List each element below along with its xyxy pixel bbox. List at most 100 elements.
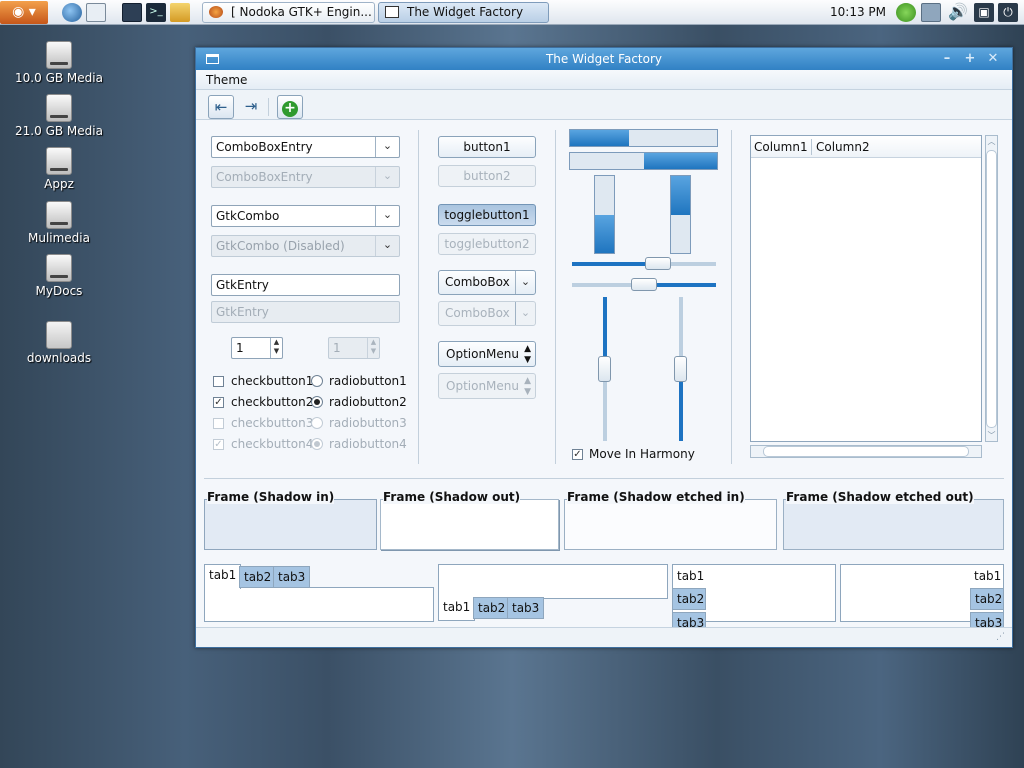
task-nodoka[interactable]: [ Nodoka GTK+ Engin...: [202, 2, 375, 23]
goto-first-icon[interactable]: ⇤: [208, 95, 234, 119]
button1[interactable]: button1: [438, 136, 536, 158]
window-title: The Widget Factory: [545, 52, 663, 66]
hscale1-thumb[interactable]: [645, 257, 672, 270]
notebook-left-tab3[interactable]: tab3: [672, 612, 706, 628]
notebook-top-tab2[interactable]: tab2: [239, 566, 277, 588]
desktop-icon-media2[interactable]: 21.0 GB Media: [14, 94, 104, 138]
progress-bar-h1: [569, 129, 718, 147]
frame-shadow-out: [380, 499, 559, 550]
combobox-entry[interactable]: ComboBoxEntry ⌄: [211, 136, 400, 158]
vscale1-thumb[interactable]: [598, 356, 611, 382]
notebook-left-tab1[interactable]: tab1: [672, 566, 708, 588]
maximize-icon[interactable]: +: [960, 51, 980, 67]
vertical-scrollbar[interactable]: ︿ ﹀: [985, 135, 998, 442]
hscale2-thumb[interactable]: [631, 278, 657, 291]
firefox-icon: [209, 6, 223, 18]
notebook-top-tab3[interactable]: tab3: [273, 566, 311, 588]
menu-theme[interactable]: Theme: [206, 73, 247, 87]
checkbutton1-box[interactable]: [213, 376, 224, 387]
network-status-icon[interactable]: [896, 3, 916, 22]
desktop-icon-mulimedia[interactable]: Mulimedia: [14, 201, 104, 245]
desktop-icon-mydocs[interactable]: MyDocs: [14, 254, 104, 298]
desktop-icon-label: Appz: [44, 177, 74, 191]
horizontal-scrollbar[interactable]: [750, 445, 982, 458]
gtk-entry-text: GtkEntry: [216, 278, 269, 292]
notebook-right-tab2[interactable]: tab2: [970, 588, 1004, 610]
column-separator: [418, 130, 419, 464]
scroll-down-icon[interactable]: ﹀: [986, 430, 997, 442]
close-icon[interactable]: ✕: [983, 51, 1003, 67]
frame-shadow-in: [204, 499, 377, 550]
volume-icon[interactable]: 🔊: [948, 3, 968, 22]
notebook-bottom-tab2[interactable]: tab2: [473, 597, 511, 619]
column-header-2[interactable]: Column2: [816, 140, 870, 154]
vscale2-thumb[interactable]: [674, 356, 687, 382]
option-menu[interactable]: OptionMenu ▲ ▼: [438, 341, 536, 367]
window-switcher-icon[interactable]: [86, 3, 106, 22]
lock-icon[interactable]: ▣: [974, 3, 994, 22]
spin-arrows-icon: ▲ ▼: [367, 338, 379, 358]
desktop-pager-icon[interactable]: [122, 3, 142, 22]
notebook-bottom-tab1[interactable]: tab1: [438, 597, 476, 621]
progress-bar-v2: [670, 175, 691, 254]
radiobutton1-circle[interactable]: [311, 375, 323, 387]
desktop-icon-appz[interactable]: Appz: [14, 147, 104, 191]
gtk-entry[interactable]: GtkEntry: [211, 274, 400, 296]
combobox[interactable]: ComboBox ⌄: [438, 270, 536, 295]
checkbutton2-label[interactable]: checkbutton2: [231, 395, 313, 409]
titlebar[interactable]: The Widget Factory – + ✕: [196, 48, 1012, 70]
scroll-thumb[interactable]: [986, 150, 997, 428]
gtk-entry-disabled: GtkEntry: [211, 301, 400, 323]
radiobutton2-label[interactable]: radiobutton2: [329, 395, 407, 409]
combobox-entry-disabled: ComboBoxEntry ⌄: [211, 166, 400, 188]
browser-icon[interactable]: [62, 3, 82, 22]
scroll-up-icon[interactable]: ︿: [986, 136, 997, 148]
updown-icon: ▲ ▼: [524, 344, 531, 365]
add-icon[interactable]: +: [277, 95, 303, 119]
desktop-icon-downloads[interactable]: downloads: [14, 321, 104, 365]
scroll-thumb[interactable]: [763, 446, 969, 457]
drive-icon: [46, 254, 72, 282]
spin-disabled-value: 1: [333, 341, 341, 355]
goto-last-icon[interactable]: ⇥: [238, 95, 264, 119]
notebook-bottom-tab3[interactable]: tab3: [507, 597, 545, 619]
radiobutton1-label[interactable]: radiobutton1: [329, 374, 407, 388]
checkbutton1-label[interactable]: checkbutton1: [231, 374, 313, 388]
toolbar-separator: [268, 98, 269, 116]
chevron-down-icon[interactable]: ⌄: [515, 271, 535, 294]
network-monitor-icon[interactable]: [921, 3, 941, 22]
notebook-left-tab2[interactable]: tab2: [672, 588, 706, 610]
progress-bar-v1: [594, 175, 615, 254]
tree-view[interactable]: Column1 Column2: [750, 135, 982, 442]
minimize-icon[interactable]: –: [937, 51, 957, 67]
move-in-harmony-box[interactable]: ✓: [572, 449, 583, 460]
gtkcombo[interactable]: GtkCombo ⌄: [211, 205, 400, 227]
radiobutton2-circle[interactable]: [311, 396, 323, 408]
statusbar: [196, 627, 1012, 647]
spin-arrows-icon[interactable]: ▲ ▼: [270, 338, 282, 358]
move-in-harmony-label[interactable]: Move In Harmony: [589, 447, 695, 461]
clock[interactable]: 10:13 PM: [830, 5, 886, 19]
radiobutton3-label: radiobutton3: [329, 416, 407, 430]
desktop-icon-media1[interactable]: 10.0 GB Media: [14, 41, 104, 85]
task-widget-factory[interactable]: The Widget Factory: [378, 2, 549, 23]
terminal-icon[interactable]: >_: [146, 3, 166, 22]
spin-button[interactable]: 1 ▲ ▼: [231, 337, 283, 359]
resize-grip-icon[interactable]: ⋰: [996, 632, 1005, 642]
tools-icon[interactable]: [170, 3, 190, 22]
main-menu-icon[interactable]: ◉ ▾: [0, 1, 48, 24]
checkbutton2-box[interactable]: ✓: [213, 397, 224, 408]
togglebutton1[interactable]: togglebutton1: [438, 204, 536, 226]
desktop-icon-label: 10.0 GB Media: [15, 71, 103, 85]
notebook-right-tab3[interactable]: tab3: [970, 612, 1004, 628]
notebook-top-tab1[interactable]: tab1: [204, 564, 242, 589]
button2: button2: [438, 165, 536, 187]
spin-button-disabled: 1 ▲ ▼: [328, 337, 380, 359]
notebook-right-tab1[interactable]: tab1: [970, 566, 1005, 588]
gtkcombo-disabled-text: GtkCombo (Disabled): [216, 239, 345, 253]
chevron-down-icon[interactable]: ⌄: [375, 206, 399, 226]
power-icon[interactable]: ⏻: [998, 3, 1018, 22]
chevron-down-icon[interactable]: ⌄: [375, 137, 399, 157]
column-header-1[interactable]: Column1: [754, 140, 808, 154]
combobox-disabled: ComboBox ⌄: [438, 301, 536, 326]
